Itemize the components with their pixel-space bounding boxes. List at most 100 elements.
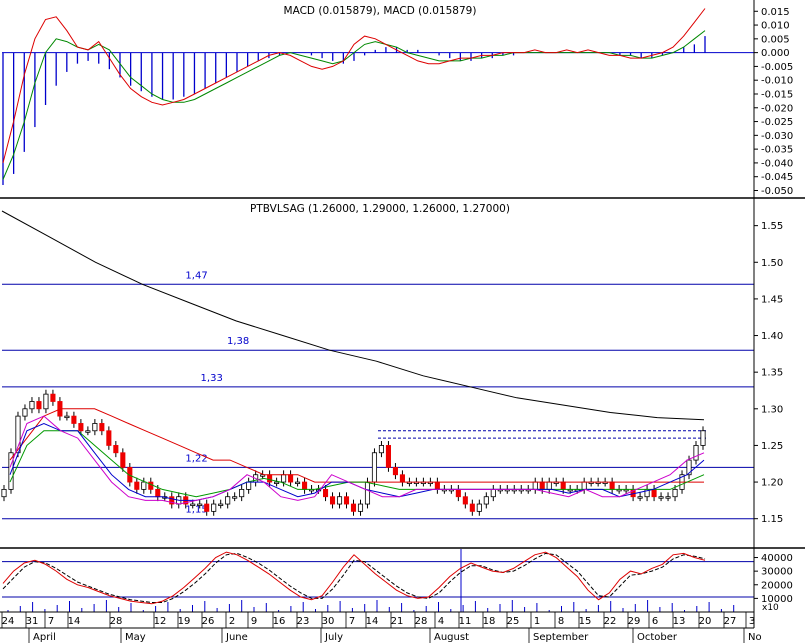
candle-body: [281, 474, 287, 483]
day-tick-label: 30: [322, 616, 335, 627]
macd-y-tick-label: 0.000: [761, 48, 790, 59]
candle-body: [36, 401, 42, 410]
candle-body: [1, 488, 7, 498]
price-level-label: 1,47: [185, 270, 207, 281]
macd-y-tick-label: 0.010: [761, 21, 790, 32]
day-tick-label: 4: [438, 616, 444, 627]
macd-y-tick-label: -0.050: [761, 186, 793, 197]
candle-body: [71, 415, 77, 424]
candle-body: [64, 415, 70, 419]
day-tick-label: 26: [202, 616, 215, 627]
moving-average-magenta-line: [9, 415, 705, 505]
price-y-tick-label: 1.55: [761, 221, 783, 232]
candle-body: [22, 408, 28, 417]
macd-y-tick-label: -0.020: [761, 103, 793, 114]
day-tick-label: 13: [673, 616, 686, 627]
macd-y-tick-label: -0.005: [761, 62, 793, 73]
macd-y-tick-label: 0.015: [761, 7, 790, 18]
candle-body: [134, 481, 140, 490]
day-tick-label: 2: [229, 616, 235, 627]
candle-body: [204, 503, 210, 512]
candle-body: [190, 503, 196, 506]
price-y-tick-label: 1.30: [761, 404, 783, 415]
candle-body: [155, 488, 161, 498]
lower-y-tick-label: 10000: [761, 594, 793, 605]
month-tick-label: June: [225, 632, 248, 643]
day-tick-label: 18: [483, 616, 496, 627]
day-tick-label: 16: [273, 616, 286, 627]
candle-body: [50, 393, 56, 402]
macd-y-tick-label: -0.025: [761, 117, 793, 128]
day-tick-label: 14: [366, 616, 379, 627]
candle-body: [483, 496, 489, 505]
candle-body: [295, 481, 301, 484]
price-y-tick-label: 1.40: [761, 331, 783, 342]
candle-body: [581, 481, 587, 490]
candle-body: [274, 481, 280, 484]
candle-body: [141, 481, 147, 490]
candle-body: [469, 503, 475, 512]
panel-frames: [0, 0, 805, 628]
day-tick-label: 28: [110, 616, 123, 627]
macd-y-tick-label: -0.045: [761, 172, 793, 183]
month-tick-label: August: [434, 632, 469, 643]
day-tick-label: 29: [628, 616, 641, 627]
macd-y-tick-label: -0.030: [761, 131, 793, 142]
candle-body: [651, 488, 657, 498]
price-y-tick-label: 1.25: [761, 441, 783, 452]
price-y-tick-label: 1.35: [761, 368, 783, 379]
candle-body: [29, 401, 35, 410]
macd-title: MACD (0.015879), MACD (0.015879): [284, 5, 477, 17]
price-y-tick-label: 1.20: [761, 478, 783, 489]
day-tick-label: 25: [507, 616, 520, 627]
candle-body: [637, 496, 643, 499]
candle-body: [371, 452, 378, 483]
candle-body: [148, 481, 154, 490]
candle-body: [336, 496, 343, 505]
day-tick-label: 1: [534, 616, 540, 627]
candle-body: [399, 474, 405, 483]
day-tick-label: 31: [26, 616, 39, 627]
day-tick-label: 24: [2, 616, 15, 627]
candle-body: [434, 481, 440, 490]
macd-y-tick-label: 0.005: [761, 34, 790, 45]
candle-body: [560, 481, 566, 490]
day-tick-label: 8: [558, 616, 564, 627]
candle-body: [658, 496, 664, 499]
day-tick-label: 7: [48, 616, 54, 627]
candle-body: [267, 474, 273, 483]
day-tick-label: 21: [391, 616, 404, 627]
day-tick-label: 14: [68, 616, 81, 627]
day-tick-label: 11: [459, 616, 472, 627]
price-level-label: 1,33: [201, 373, 223, 384]
month-tick-label: April: [33, 632, 56, 643]
day-tick-label: 12: [154, 616, 167, 627]
candle-body: [78, 423, 84, 432]
candle-body: [211, 503, 217, 512]
price-y-tick-label: 1.15: [761, 514, 783, 525]
macd-y-tick-label: -0.015: [761, 89, 793, 100]
month-tick-label: No: [748, 632, 762, 643]
price-y-tick-label: 1.50: [761, 258, 783, 269]
candle-body: [232, 496, 238, 499]
month-tick-label: July: [324, 632, 343, 643]
candle-body: [385, 445, 391, 468]
candle-body: [246, 481, 252, 490]
candle-body: [302, 481, 308, 490]
lower-y-tick-label: 30000: [761, 567, 793, 578]
macd-y-tick-label: -0.035: [761, 145, 793, 156]
candle-body: [357, 503, 364, 512]
candle-body: [672, 488, 678, 498]
price-level-label: 1,22: [185, 453, 207, 464]
price-level-label: 1,38: [227, 336, 249, 347]
candle-body: [546, 481, 552, 490]
month-tick-label: September: [533, 632, 589, 643]
candle-body: [693, 445, 699, 461]
candle-body: [322, 488, 329, 498]
candle-body: [113, 445, 119, 454]
lower-y-tick-label: 20000: [761, 580, 793, 591]
month-tick-label: October: [637, 632, 678, 643]
candle-body: [218, 503, 224, 506]
candle-body: [462, 496, 468, 505]
price-title: PTBVLSAG (1.26000, 1.29000, 1.26000, 1.2…: [250, 203, 510, 215]
